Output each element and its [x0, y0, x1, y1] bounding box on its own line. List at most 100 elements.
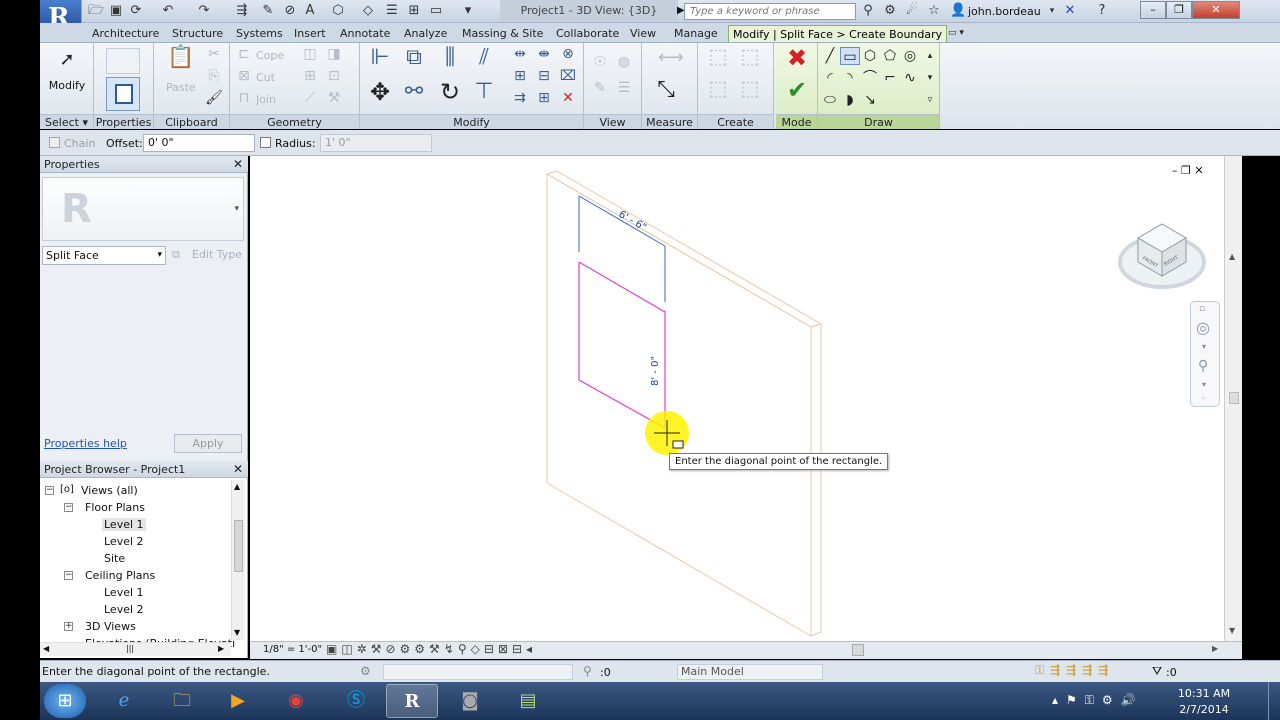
rectangle-tool-icon[interactable]: ▭: [840, 47, 860, 65]
search-input[interactable]: Type a keyword or phrase: [684, 3, 856, 20]
zoom-icon[interactable]: ⚲: [1198, 358, 1208, 374]
save-icon[interactable]: ▣: [108, 3, 124, 19]
create-parts-icon[interactable]: ⬚: [736, 46, 764, 73]
tree-ceiling-level-1[interactable]: Level 1: [104, 586, 144, 599]
hide-element-icon[interactable]: ☉: [590, 53, 610, 71]
properties-button[interactable]: [106, 77, 140, 111]
nav-options-icon[interactable]: ◦: [1201, 394, 1206, 403]
minimize-button[interactable]: –: [1140, 1, 1166, 19]
notes-icon[interactable]: ▤: [502, 684, 554, 718]
section-icon[interactable]: ◇: [360, 3, 376, 19]
center-ends-arc-icon[interactable]: ◝: [840, 69, 860, 87]
tab-structure[interactable]: Structure: [170, 25, 225, 42]
create-group-icon[interactable]: ⬚: [704, 78, 732, 105]
match-type-icon[interactable]: 🖌: [204, 89, 224, 107]
ribbon-minimize-icon[interactable]: ▭ ▾: [946, 25, 966, 42]
user-icon[interactable]: 👤: [950, 3, 966, 19]
text-icon[interactable]: A: [302, 3, 318, 19]
cope-icon[interactable]: ⊏: [234, 45, 254, 63]
media-player-icon[interactable]: ▶: [212, 684, 264, 718]
finish-edit-icon[interactable]: ✔: [786, 78, 808, 105]
tree-floor-plans[interactable]: Floor Plans: [85, 501, 145, 514]
tree-views-all[interactable]: Views (all): [81, 484, 138, 497]
close-button[interactable]: ✕: [1192, 1, 1240, 19]
tab-manage[interactable]: Manage: [672, 25, 720, 42]
exchange-icon[interactable]: ✕: [1062, 3, 1078, 19]
skype-icon[interactable]: Ⓢ: [330, 684, 382, 718]
restore-button[interactable]: ❐: [1166, 1, 1192, 19]
selection-filter-icons[interactable]: ⚿⇶⇶⇶⇶: [1035, 663, 1114, 678]
communication-icon[interactable]: ☄: [904, 3, 920, 19]
steering-wheel-dropdown-icon[interactable]: ▾: [1202, 342, 1206, 351]
tree-ceiling-level-2[interactable]: Level 2: [104, 603, 144, 616]
draw-scroll-down-icon[interactable]: ▾: [920, 69, 940, 87]
type-preview[interactable]: R ▾: [42, 177, 244, 241]
select-dropdown[interactable]: Select ▾: [40, 114, 93, 129]
favorites-star-icon[interactable]: ☆: [926, 3, 942, 19]
tree-floor-site[interactable]: Site: [104, 552, 125, 565]
clock-date[interactable]: 2/7/2014: [1170, 703, 1238, 716]
tree-floor-level-2[interactable]: Level 2: [104, 535, 144, 548]
project-browser-close-icon[interactable]: ✕: [233, 461, 243, 478]
tab-massing-site[interactable]: Massing & Site: [460, 25, 545, 42]
editing-requests-icon[interactable]: ⚲: [583, 664, 592, 678]
scale-icon[interactable]: ⊟: [534, 67, 554, 85]
show-desktop-button[interactable]: [1268, 682, 1280, 720]
view-controls-icons[interactable]: ▣◫✲⚒⊘⚙⚙⚒↯⚲◇⊟⊠⊟◂: [326, 642, 536, 656]
undo-icon[interactable]: ↶: [160, 3, 176, 19]
scroll-down-icon[interactable]: ▼: [234, 628, 240, 637]
copy-element-icon[interactable]: ⚯: [400, 81, 428, 109]
split-gap-icon[interactable]: ⇼: [534, 45, 554, 63]
drawing-area[interactable]: 6' - 6" 8' - 0" FRONT RIGHT – ❐ ✕ ▫ ◎ ▾ …: [250, 156, 1224, 641]
system-tray-icons[interactable]: ▴⚑⚿⚙🔊: [1052, 693, 1144, 708]
beam-join-icon[interactable]: ⟋: [300, 89, 320, 107]
browser-hscrollbar[interactable]: ◀ ||| ▶: [40, 642, 231, 656]
paste-icon[interactable]: 📋: [166, 47, 196, 77]
type-preview-dropdown-icon[interactable]: ▾: [234, 204, 239, 214]
dimension-side-label[interactable]: 8' - 0": [650, 356, 661, 386]
browser-scroll-thumb[interactable]: [234, 520, 243, 572]
create-assembly-icon[interactable]: ⬚: [704, 46, 732, 73]
aligned-dimension-icon[interactable]: ⤡: [656, 79, 676, 101]
delete-icon[interactable]: ✕: [558, 89, 578, 107]
join-label[interactable]: Join: [256, 93, 276, 106]
close-hidden-icon[interactable]: ⊞: [406, 3, 422, 19]
edit-type-button[interactable]: Edit Type: [192, 248, 242, 261]
split-face-icon[interactable]: ◫: [300, 45, 320, 63]
cope-label[interactable]: Cope: [256, 49, 284, 62]
tab-view[interactable]: View: [628, 25, 658, 42]
help-icon[interactable]: ?: [1094, 3, 1110, 19]
cut-label[interactable]: Cut: [256, 71, 275, 84]
join-icon[interactable]: ⊓: [234, 89, 254, 107]
edit-type-icon[interactable]: ⧉: [172, 248, 180, 262]
start-button[interactable]: ⊞: [44, 684, 86, 718]
offset-icon[interactable]: ⧉: [400, 47, 428, 75]
tab-collaborate[interactable]: Collaborate: [554, 25, 621, 42]
ellipse-tool-icon[interactable]: ⬭: [820, 91, 840, 109]
tree-floor-level-1[interactable]: Level 1: [102, 518, 146, 531]
override-graphics-icon[interactable]: ◍: [614, 53, 634, 71]
chrome-icon[interactable]: ◉: [270, 684, 322, 718]
customize-qat-icon[interactable]: ▾: [460, 3, 476, 19]
print-icon[interactable]: ⇶: [234, 3, 250, 19]
3d-view-canvas[interactable]: 6' - 6" 8' - 0" FRONT RIGHT: [250, 156, 1224, 641]
tangent-arc-icon[interactable]: ⌒: [860, 69, 880, 87]
demolish-icon[interactable]: ⊡: [324, 67, 344, 85]
tab-modify-split-face[interactable]: Modify | Split Face > Create Boundary: [728, 25, 948, 42]
collapse-views-icon[interactable]: −: [45, 486, 54, 495]
3d-view-icon[interactable]: ⬡: [330, 3, 346, 19]
scroll-left-icon[interactable]: ◀: [43, 644, 49, 653]
tab-insert[interactable]: Insert: [292, 25, 328, 42]
rotate-icon[interactable]: ↻: [436, 80, 464, 109]
view-hscroll-thumb[interactable]: [852, 644, 864, 656]
nav-bar-close-icon[interactable]: ▫: [1199, 304, 1205, 314]
collapse-floor-plans-icon[interactable]: −: [64, 503, 73, 512]
browser-scrollbar[interactable]: ▲ ▼: [231, 480, 245, 640]
camtasia-icon[interactable]: ◙: [444, 684, 496, 718]
tree-3d-views[interactable]: 3D Views: [85, 620, 136, 633]
view-minimize-icon[interactable]: – ❐ ✕: [1172, 164, 1204, 177]
trim-extend-icon[interactable]: ⊤: [470, 81, 498, 109]
scroll-right-icon[interactable]: ▶: [218, 644, 224, 653]
view-scroll-thumb[interactable]: [1229, 392, 1239, 404]
worksets-icon[interactable]: ⚙: [360, 664, 371, 678]
